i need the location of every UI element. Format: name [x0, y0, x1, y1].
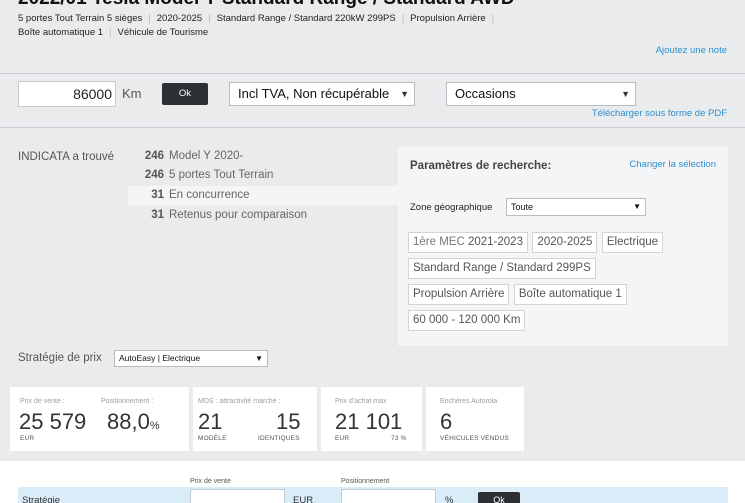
auctions-unit: VÉHICULES VENDUS — [440, 435, 509, 442]
chip-value: Electrique — [606, 236, 659, 248]
position-value: 88,0% — [107, 409, 160, 435]
found-row-retained[interactable]: 31 Retenus pour comparaison — [128, 206, 398, 225]
bottom-sale-label: Prix de vente — [190, 478, 231, 485]
mileage-input[interactable]: 86000 — [18, 81, 116, 107]
spec-type: Véhicule de Tourisme — [117, 27, 209, 38]
bottom-position-input[interactable] — [341, 489, 436, 503]
chip-value: 2021-2023 — [467, 236, 523, 248]
auctions-label: Enchères Autorola — [440, 398, 498, 405]
chip-prefix: 1ère MEC — [413, 236, 468, 248]
zone-select[interactable]: Toute ▼ — [506, 198, 646, 216]
found-count: 246 — [144, 169, 164, 181]
filter-chips: 1ère MEC 2021-2023 2020-2025 Electrique … — [408, 232, 718, 336]
market-select[interactable]: Occasions ▼ — [446, 82, 636, 106]
chip-registration[interactable]: 1ère MEC 2021-2023 — [408, 232, 528, 253]
vehicle-header: 2022/01 Tesla Model Y Standard Range / S… — [0, 0, 745, 73]
download-pdf-link[interactable]: Télécharger sous forme de PDF — [592, 108, 727, 119]
search-params-title: Paramètres de recherche: — [410, 160, 552, 172]
found-text: Retenus pour comparaison — [169, 209, 308, 221]
auctions-value: 6 — [440, 409, 453, 434]
spec-years: 2020-2025 — [156, 13, 203, 24]
purchase-value: 21 101 — [335, 409, 403, 434]
mileage-unit: Km — [122, 86, 142, 101]
found-row-model[interactable]: 246 Model Y 2020- — [128, 147, 398, 166]
bottom-pct-unit: % — [445, 495, 454, 503]
position-label: Positionnement : — [101, 398, 154, 405]
divider — [0, 127, 745, 128]
chip-value: 60 000 - 120 000 Km — [413, 314, 521, 326]
spec-body: 5 portes Tout Terrain 5 sièges — [18, 13, 143, 24]
sale-price-label: Prix de vente : — [20, 398, 65, 405]
found-label: INDICATA a trouvé — [18, 151, 115, 163]
search-params-panel: Paramètres de recherche: Changer la séle… — [398, 147, 728, 346]
found-count: 246 — [144, 150, 164, 162]
bottom-eur-unit: EUR — [293, 495, 314, 503]
found-text: En concurrence — [169, 189, 250, 201]
found-count: 31 — [151, 189, 164, 201]
vehicle-title: 2022/01 Tesla Model Y Standard Range / S… — [18, 0, 515, 10]
strategy-select-value: AutoEasy | Electrique — [119, 353, 201, 363]
bottom-ok-button[interactable]: Ok — [478, 492, 520, 503]
chip-years[interactable]: 2020-2025 — [532, 232, 598, 253]
purchase-unit: EUR — [335, 435, 350, 442]
position-suffix: % — [149, 420, 160, 432]
purchase-pct: 73 % — [391, 435, 407, 442]
spec-gearbox: Boîte automatique 1 — [18, 27, 104, 38]
strategy-label: Stratégie de prix — [18, 352, 102, 364]
tva-select[interactable]: Incl TVA, Non récupérable ▼ — [229, 82, 415, 106]
found-row-competition[interactable]: 31 En concurrence — [128, 186, 398, 205]
zone-select-value: Toute — [511, 202, 534, 212]
purchase-card: Prix d'achat max 21 101 EUR 73 % — [321, 387, 422, 451]
mds-label: MDS : attractivité marché : — [198, 398, 281, 405]
change-selection-link[interactable]: Changer la sélection — [629, 159, 716, 170]
chip-engine[interactable]: Standard Range / Standard 299PS — [408, 258, 596, 279]
chip-value: Boîte automatique 1 — [518, 288, 622, 300]
chevron-down-icon: ▼ — [621, 89, 630, 99]
found-text: Model Y 2020- — [169, 150, 244, 162]
chip-drive[interactable]: Propulsion Arrière — [408, 284, 510, 305]
bottom-position-label: Positionnement — [341, 478, 390, 485]
strategy-select[interactable]: AutoEasy | Electrique ▼ — [114, 350, 268, 367]
mds-ident-value: 15 — [276, 409, 301, 434]
mds-ident-unit: IDENTIQUES — [258, 435, 300, 442]
chip-mileage[interactable]: 60 000 - 120 000 Km — [408, 310, 526, 331]
mileage-ok-button[interactable]: Ok — [162, 83, 208, 105]
market-select-value: Occasions — [455, 86, 516, 101]
chip-gearbox[interactable]: Boîte automatique 1 — [513, 284, 627, 305]
mds-model-unit: MODÈLE — [198, 435, 227, 442]
mds-model-value: 21 — [198, 409, 223, 434]
mds-card: MDS : attractivité marché : 21 15 MODÈLE… — [193, 387, 317, 451]
chevron-down-icon: ▼ — [255, 354, 263, 363]
purchase-label: Prix d'achat max — [335, 398, 387, 405]
spec-engine: Standard Range / Standard 220kW 299PS — [216, 13, 396, 24]
sale-price-value: 25 579 — [19, 409, 87, 434]
chip-value: Standard Range / Standard 299PS — [413, 262, 591, 274]
bottom-sale-input[interactable] — [190, 489, 285, 503]
zone-label: Zone géographique — [410, 202, 493, 213]
found-count: 31 — [151, 209, 164, 221]
price-card: Prix de vente : Positionnement : 25 579 … — [10, 387, 189, 451]
strategy-row-text: Stratégie — [22, 495, 61, 503]
auctions-card: Enchères Autorola 6 VÉHICULES VENDUS — [426, 387, 524, 451]
position-number: 88,0 — [107, 409, 150, 434]
chevron-down-icon: ▼ — [400, 89, 409, 99]
found-row-body[interactable]: 246 5 portes Tout Terrain — [128, 166, 398, 185]
add-note-link[interactable]: Ajoutez une note — [656, 45, 727, 56]
chip-fuel[interactable]: Electrique — [601, 232, 664, 253]
chip-value: Propulsion Arrière — [413, 288, 505, 300]
spec-drive: Propulsion Arrière — [410, 13, 486, 24]
divider — [0, 73, 745, 74]
vehicle-specs: 5 portes Tout Terrain 5 sièges | 2020-2025… — [18, 13, 495, 38]
found-text: 5 portes Tout Terrain — [169, 169, 274, 181]
tva-select-value: Incl TVA, Non récupérable — [238, 86, 390, 101]
chip-value: 2020-2025 — [537, 236, 593, 248]
chevron-down-icon: ▼ — [633, 202, 641, 211]
sale-price-unit: EUR — [20, 435, 35, 442]
